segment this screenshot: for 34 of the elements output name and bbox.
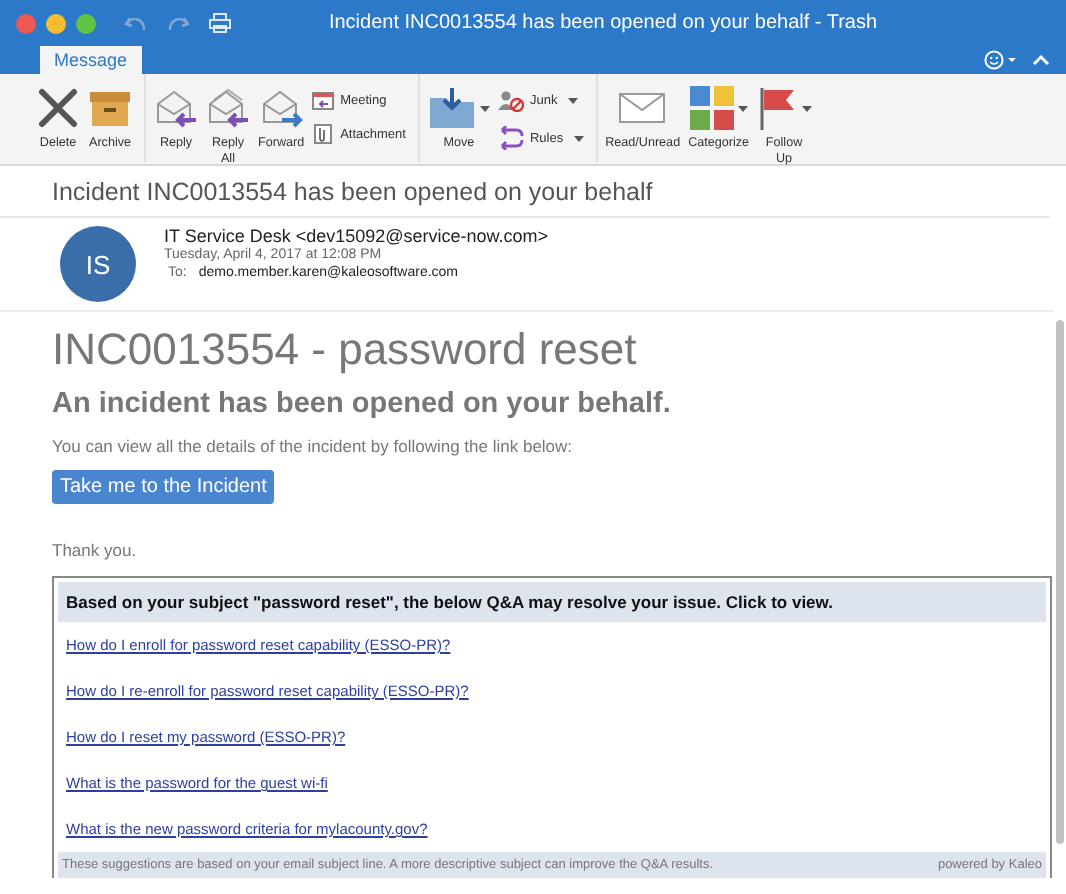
dropdown-caret-icon[interactable] [567, 98, 578, 104]
suggestions-header: Based on your subject "password reset", the below Q&A may resolve your issue. Click to view. [58, 582, 1046, 622]
dropdown-caret-icon[interactable] [801, 105, 812, 111]
flag-icon [757, 86, 798, 130]
color-grid-icon [689, 86, 734, 130]
sender: IT Service Desk <dev15092@service-now.com> [164, 226, 549, 246]
email-subheading: An incident has been opened on your behalf. [52, 388, 673, 420]
reply-icon [154, 88, 198, 128]
incident-link-button[interactable]: Take me to the Incident [52, 470, 275, 504]
archive-box-icon [88, 88, 132, 128]
email-heading: INC0013554 - password reset [52, 324, 639, 376]
delete-icon [36, 88, 80, 128]
smiley-icon[interactable] [984, 50, 1020, 70]
closing-text: Thank you. [52, 540, 139, 560]
dropdown-caret-icon[interactable] [573, 135, 584, 141]
folder-move-icon [427, 86, 476, 130]
junk-icon [497, 90, 524, 112]
dropdown-caret-icon[interactable] [479, 105, 490, 111]
window-title: Incident INC0013554 has been opened on your behalf - Trash [326, 12, 880, 34]
attachment-icon [312, 124, 335, 144]
ribbon-tab[interactable]: Message [40, 46, 142, 74]
collapse-icon[interactable] [1032, 54, 1050, 66]
email-text: You can view all the details of the incident by following the link below: [52, 436, 575, 456]
avatar: IS [60, 226, 136, 302]
reply-all-icon [206, 88, 250, 128]
scrollbar-thumb[interactable] [1056, 320, 1064, 844]
forward-icon [259, 88, 304, 128]
message-subject: Incident INC0013554 has been opened on your behalf [0, 166, 1050, 218]
minimize-button[interactable] [46, 13, 66, 33]
envelope-icon [618, 90, 667, 126]
dropdown-caret-icon[interactable] [737, 105, 748, 111]
printer-icon[interactable] [208, 12, 232, 34]
calendar-icon [312, 90, 335, 110]
rules-icon [497, 126, 524, 150]
